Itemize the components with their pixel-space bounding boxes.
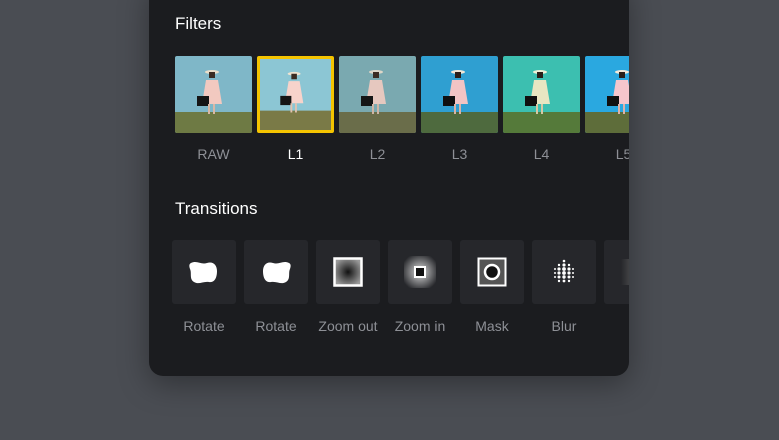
- filter-thumbnail: [175, 56, 252, 133]
- transition-tile: [460, 240, 524, 304]
- transition-tile: [316, 240, 380, 304]
- transitions-section-title: Transitions: [175, 199, 258, 218]
- transition-tile: [388, 240, 452, 304]
- wipe-icon: [621, 259, 629, 285]
- transition-mask[interactable]: Mask: [460, 240, 524, 340]
- filter-l5[interactable]: L5: [585, 56, 629, 166]
- transition-tile: [532, 240, 596, 304]
- filter-thumbnail: [339, 56, 416, 133]
- thumb-ground: [339, 112, 416, 133]
- filter-label: L4: [533, 146, 550, 162]
- filters-section-title: Filters: [175, 14, 222, 33]
- blur-icon: [554, 259, 574, 283]
- filter-thumbnail: [585, 56, 629, 133]
- filter-thumbnail: [503, 56, 580, 133]
- thumb-ground: [175, 112, 252, 133]
- filters-list: RAW L1 L2 L3 L4 L5: [175, 56, 629, 166]
- thumb-ground: [421, 112, 498, 133]
- transition-zoom-out[interactable]: Zoom out: [316, 240, 380, 340]
- thumb-ground: [260, 110, 331, 130]
- transition-rotate-1[interactable]: Rotate: [172, 240, 236, 340]
- zoom-out-icon: [333, 257, 363, 287]
- transition-tile: [604, 240, 629, 304]
- transition-tile: [244, 240, 308, 304]
- filter-thumbnail: [421, 56, 498, 133]
- transition-label: W: [592, 318, 629, 334]
- rotate-left-icon: [189, 262, 217, 284]
- zoom-in-icon: [404, 256, 436, 288]
- filter-label: L2: [369, 146, 386, 162]
- filter-l2[interactable]: L2: [339, 56, 416, 166]
- transition-tile: [172, 240, 236, 304]
- rotate-right-icon: [263, 262, 291, 284]
- thumb-ground: [503, 112, 580, 133]
- transition-blur[interactable]: Blur: [532, 240, 596, 340]
- filter-l4[interactable]: L4: [503, 56, 580, 166]
- transition-wipe[interactable]: W: [604, 240, 629, 340]
- filter-label: RAW: [197, 146, 230, 162]
- transitions-list: Rotate Rotate Zoom out Zoom in Mask Blur: [172, 240, 629, 340]
- filter-l3[interactable]: L3: [421, 56, 498, 166]
- filter-l1[interactable]: L1: [257, 56, 334, 166]
- thumb-ground: [585, 112, 629, 133]
- editor-panel: Filters RAW L1 L2 L3 L4 L5 Transitions R…: [149, 0, 629, 376]
- filter-raw[interactable]: RAW: [175, 56, 252, 166]
- filter-thumbnail: [257, 56, 334, 133]
- transition-rotate-2[interactable]: Rotate: [244, 240, 308, 340]
- mask-icon: [477, 257, 507, 287]
- transition-zoom-in[interactable]: Zoom in: [388, 240, 452, 340]
- filter-label: L5: [615, 146, 629, 162]
- filter-label: L1: [287, 146, 304, 162]
- filter-label: L3: [451, 146, 468, 162]
